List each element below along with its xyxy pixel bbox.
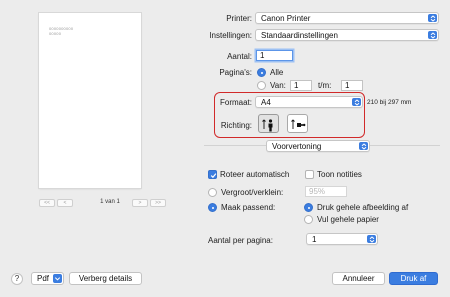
chevron-down-icon: [53, 274, 62, 283]
print-button[interactable]: Druk af: [389, 272, 438, 285]
chevron-updown-icon: [359, 142, 368, 150]
show-notes-checkbox[interactable]: [305, 170, 314, 179]
presets-select-value: Standaardinstellingen: [261, 31, 338, 40]
fit-radio[interactable]: [208, 203, 217, 212]
pdf-menu-button[interactable]: Pdf: [31, 272, 64, 285]
orientation-label: Richting:: [220, 121, 252, 130]
first-page-button[interactable]: <<: [39, 199, 55, 207]
pages-to-label: t/m:: [318, 81, 332, 90]
previous-page-button[interactable]: <: [57, 199, 73, 207]
fit-fill-paper-label: Vul gehele papier: [317, 215, 379, 224]
pages-all-label: Alle: [270, 68, 284, 77]
pages-range-radio[interactable]: [257, 81, 266, 90]
orientation-landscape-button[interactable]: [287, 114, 308, 133]
fit-fill-paper-radio[interactable]: [304, 215, 313, 224]
print-preview-page: 0000000000 00000: [39, 13, 141, 188]
presets-label: Instellingen:: [209, 31, 252, 40]
help-button[interactable]: ?: [11, 273, 23, 285]
page-count: 1 van 1: [100, 199, 120, 205]
print-section-select[interactable]: Voorvertoning: [266, 140, 370, 152]
chevron-updown-icon: [367, 235, 376, 243]
printer-label: Printer:: [226, 14, 252, 23]
paper-size-select[interactable]: A4: [255, 96, 363, 108]
scale-radio[interactable]: [208, 188, 217, 197]
portrait-person-icon: [262, 119, 273, 132]
scale-input[interactable]: 95%: [305, 186, 347, 197]
printer-select-value: Canon Printer: [261, 14, 311, 23]
fit-label: Maak passend:: [221, 203, 276, 212]
copies-input[interactable]: 1: [256, 50, 293, 61]
show-notes-label: Toon notities: [317, 170, 362, 179]
scale-label: Vergroot/verklein:: [221, 188, 284, 197]
auto-rotate-checkbox[interactable]: [208, 170, 217, 179]
next-page-button[interactable]: >: [132, 199, 148, 207]
printer-select[interactable]: Canon Printer: [255, 12, 439, 24]
fit-print-entire-radio[interactable]: [304, 203, 313, 212]
pdf-menu-label: Pdf: [37, 274, 50, 283]
cancel-button[interactable]: Annuleer: [332, 272, 385, 285]
print-section-select-value: Voorvertoning: [272, 142, 322, 151]
hide-details-button[interactable]: Verberg details: [69, 272, 142, 285]
auto-rotate-label: Roteer automatisch: [220, 170, 290, 179]
pages-from-input[interactable]: 1: [290, 80, 312, 91]
pages-all-radio[interactable]: [257, 68, 266, 77]
chevron-updown-icon: [428, 14, 437, 22]
orientation-portrait-button[interactable]: [258, 114, 279, 133]
landscape-person-icon: [291, 119, 306, 129]
chevron-updown-icon: [428, 31, 437, 39]
paper-size-select-value: A4: [261, 98, 271, 107]
preview-text-line: 00000: [49, 31, 62, 36]
fit-print-entire-label: Druk gehele afbeelding af: [317, 203, 409, 212]
presets-select[interactable]: Standaardinstellingen: [255, 29, 439, 41]
chevron-updown-icon: [352, 98, 361, 106]
pages-from-label: Van:: [270, 81, 286, 90]
copies-label: Aantal:: [227, 52, 252, 61]
pages-to-input[interactable]: 1: [341, 80, 363, 91]
pages-per-sheet-value: 1: [312, 235, 317, 244]
checkmark-icon: [210, 173, 217, 179]
pages-label: Pagina's:: [219, 68, 252, 77]
last-page-button[interactable]: >>: [150, 199, 166, 207]
paper-size-label: Formaat:: [219, 98, 252, 107]
pages-per-sheet-label: Aantal per pagina:: [208, 236, 273, 245]
paper-size-dimensions: 210 bij 297 mm: [367, 99, 412, 106]
pages-per-sheet-select[interactable]: 1: [306, 233, 378, 245]
